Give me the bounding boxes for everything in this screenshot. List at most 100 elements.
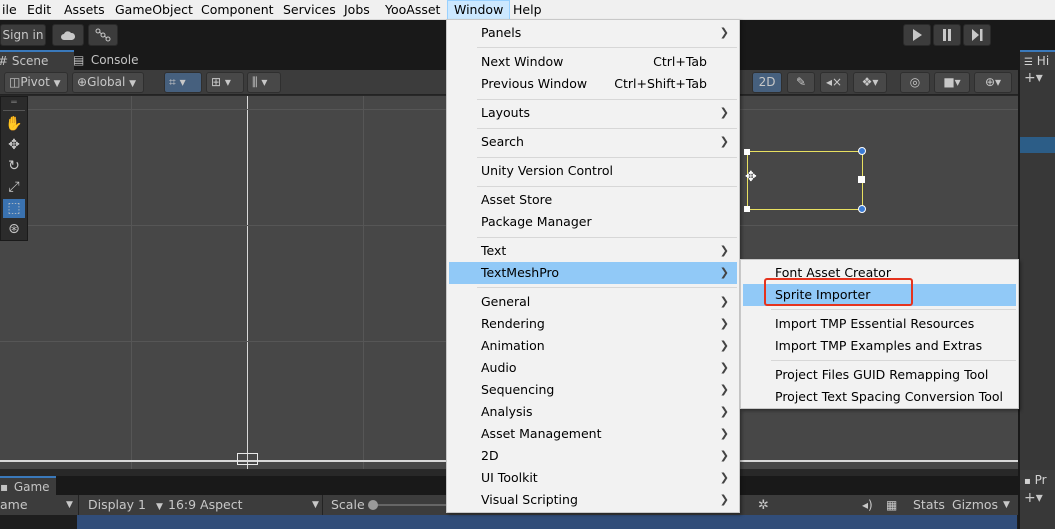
bug-icon[interactable]: ✲ [758, 498, 769, 513]
rect-transform-frame[interactable] [747, 151, 863, 210]
menu-services[interactable]: Services [277, 0, 342, 20]
scale-slider-thumb[interactable] [368, 500, 378, 510]
rect-handle-bottom-right[interactable] [858, 205, 866, 213]
tab-console[interactable]: ▤ Console [73, 50, 146, 70]
menu-item-panels[interactable]: Panels ❯ [449, 22, 737, 44]
menu-item-sequencing[interactable]: Sequencing ❯ [449, 379, 737, 401]
transform-tool-icon[interactable]: ⊛ [3, 220, 25, 239]
menu-item-analysis[interactable]: Analysis ❯ [449, 401, 737, 423]
branch-icon [95, 28, 111, 42]
menu-item-asset-store[interactable]: Asset Store [449, 189, 737, 211]
menu-yooasset[interactable]: YooAsset [379, 0, 446, 20]
menu-item-text-spacing-conversion-tool[interactable]: Project Text Spacing Conversion Tool [743, 386, 1016, 408]
audio-toggle-button[interactable]: ◂× [820, 72, 848, 93]
rect-handle-right[interactable] [858, 176, 865, 183]
aspect-dropdown[interactable]: 16:9 Aspect ▼ [168, 495, 319, 515]
menu-item-2d[interactable]: 2D ❯ [449, 445, 737, 467]
scale-slider-track[interactable] [372, 504, 447, 506]
mute-audio-icon[interactable]: ◂) [862, 498, 873, 512]
rect-handle-bottom-left[interactable] [744, 206, 750, 212]
tab-scene[interactable]: # Scene [0, 50, 74, 70]
gamepad-icon: ▪ [0, 480, 9, 494]
menu-item-search[interactable]: Search ❯ [449, 131, 737, 153]
display-dropdown[interactable]: Display 1 ▼ [88, 495, 163, 515]
play-button[interactable] [903, 24, 931, 46]
rect-handle-top-right[interactable] [858, 147, 866, 155]
move-tool-icon[interactable]: ✥ [3, 136, 25, 155]
menu-window[interactable]: Window [447, 0, 511, 20]
sign-in-button[interactable]: Sign in [0, 24, 46, 46]
canvas-origin-handle[interactable] [237, 453, 258, 465]
menu-item-visual-scripting[interactable]: Visual Scripting ❯ [449, 489, 737, 511]
menu-edit[interactable]: Edit [21, 0, 57, 20]
stats-button[interactable]: Stats [913, 495, 945, 515]
menu-assets[interactable]: Assets [58, 0, 111, 20]
global-label: Global [87, 75, 126, 89]
chevron-down-icon: ▼ [53, 79, 61, 89]
menu-item-next-window[interactable]: Next Window Ctrl+Tab [449, 51, 737, 73]
menu-gameobject[interactable]: GameObject [109, 0, 199, 20]
gizmos-button[interactable]: Gizmos [952, 495, 998, 515]
tab-project[interactable]: ▪ Pr [1020, 470, 1055, 490]
menu-item-text[interactable]: Text ❯ [449, 240, 737, 262]
menu-item-guid-remapping-tool[interactable]: Project Files GUID Remapping Tool [743, 364, 1016, 386]
menu-item-textmeshpro[interactable]: TextMeshPro ❯ [449, 262, 737, 284]
pause-button[interactable] [933, 24, 961, 46]
menu-item-unity-version-control[interactable]: Unity Version Control [449, 160, 737, 182]
drag-handle-icon[interactable]: ═ [3, 99, 25, 111]
menu-item-rendering[interactable]: Rendering ❯ [449, 313, 737, 335]
camera-dropdown[interactable]: ■▾ [934, 72, 970, 93]
menu-item-layouts[interactable]: Layouts ❯ [449, 102, 737, 124]
gizmos-dropdown[interactable]: ⊕▾ [974, 72, 1012, 93]
global-dropdown[interactable]: ⊕Global ▼ [72, 72, 144, 93]
tab-game[interactable]: ▪ Game [0, 476, 56, 496]
hand-tool-icon[interactable]: ✋ [3, 115, 25, 134]
cloud-button[interactable] [52, 24, 84, 46]
game-view-dropdown[interactable]: ame ▼ [0, 495, 73, 515]
pivot-dropdown[interactable]: ◫Pivot ▼ [4, 72, 68, 93]
effects-icon: ❖▾ [861, 75, 879, 89]
effects-dropdown[interactable]: ❖▾ [853, 72, 887, 93]
menu-jobs[interactable]: Jobs [338, 0, 376, 20]
rect-tool-icon[interactable]: ⬚ [3, 199, 25, 218]
grid-line [131, 96, 132, 469]
rotate-tool-icon[interactable]: ↻ [3, 157, 25, 176]
hierarchy-selected-row[interactable] [1020, 137, 1055, 153]
menu-separator [477, 99, 737, 100]
menu-item-ui-toolkit[interactable]: UI Toolkit ❯ [449, 467, 737, 489]
2d-toggle-button[interactable]: 2D [752, 72, 782, 93]
rect-handle-top-left[interactable] [744, 149, 750, 155]
chevron-down-icon[interactable]: ▼ [1003, 495, 1010, 515]
menu-item-general[interactable]: General ❯ [449, 291, 737, 313]
list-icon: ☰ [1024, 57, 1033, 68]
menu-item-import-tmp-essential-resources[interactable]: Import TMP Essential Resources [743, 313, 1016, 335]
collab-button[interactable] [88, 24, 118, 46]
snap-increment-button[interactable]: ⊞ ▾ [206, 72, 244, 93]
chevron-down-icon: ▼ [66, 500, 73, 510]
increment-snap-button[interactable]: ⫼ ▾ [247, 72, 281, 93]
menu-item-previous-window[interactable]: Previous Window Ctrl+Shift+Tab [449, 73, 737, 95]
menu-component[interactable]: Component [195, 0, 280, 20]
scale-tool-icon[interactable]: ⤢ [3, 178, 25, 197]
scene-visibility-button[interactable]: ◎ [900, 72, 930, 93]
menu-file[interactable]: ile [0, 0, 23, 20]
pivot-icon: ◫ [9, 75, 21, 89]
pivot-handle-icon[interactable]: ✥ [745, 169, 757, 185]
menu-item-package-manager[interactable]: Package Manager [449, 211, 737, 233]
divider [322, 495, 323, 515]
menu-item-import-tmp-examples[interactable]: Import TMP Examples and Extras [743, 335, 1016, 357]
window-menu: Panels ❯ Next Window Ctrl+Tab Previous Win… [446, 19, 740, 513]
grid-snap-button[interactable]: ⌗ ▾ [164, 72, 202, 93]
menu-help[interactable]: Help [507, 0, 548, 20]
keyboard-icon[interactable]: ▦ [886, 498, 897, 512]
menu-item-asset-management[interactable]: Asset Management ❯ [449, 423, 737, 445]
lighting-toggle-button[interactable]: ✎ [787, 72, 815, 93]
add-icon[interactable]: +▾ [1024, 70, 1043, 86]
scale-label: Scale [331, 497, 365, 512]
add-icon[interactable]: +▾ [1024, 490, 1043, 506]
menu-item-animation[interactable]: Animation ❯ [449, 335, 737, 357]
tab-hierarchy[interactable]: ☰ Hi [1020, 50, 1055, 70]
step-button[interactable] [963, 24, 991, 46]
menu-item-audio[interactable]: Audio ❯ [449, 357, 737, 379]
snap-icon: ⊞ ▾ [211, 75, 231, 89]
